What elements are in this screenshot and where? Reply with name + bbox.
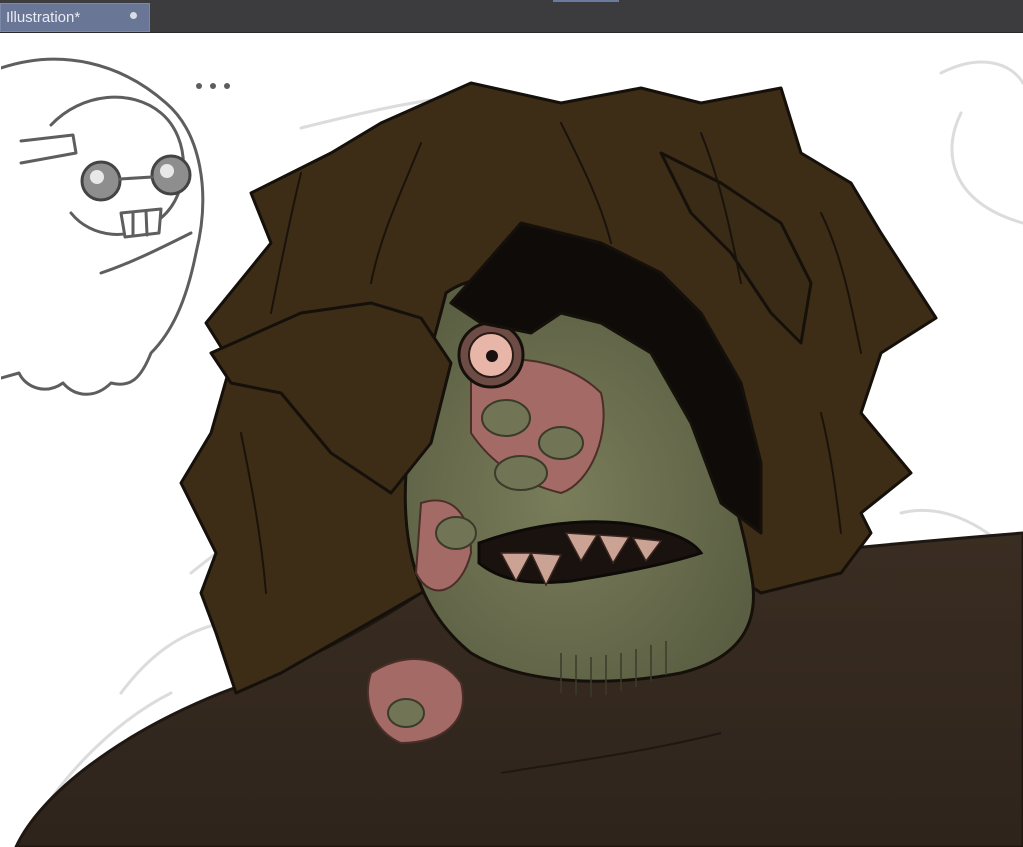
unsaved-dot-icon[interactable] [130, 12, 137, 19]
character-eye [457, 321, 525, 389]
drawing-canvas[interactable] [1, 33, 1023, 847]
side-character-sketch [1, 57, 230, 396]
illustration-app-window: Illustration* [0, 0, 1023, 847]
tab-label: Illustration* [6, 9, 81, 26]
artwork [1, 57, 1023, 847]
document-tab-bar: Illustration* [0, 0, 1023, 33]
tab-illustration[interactable]: Illustration* [0, 3, 150, 32]
tab-bar-accent [553, 0, 619, 2]
